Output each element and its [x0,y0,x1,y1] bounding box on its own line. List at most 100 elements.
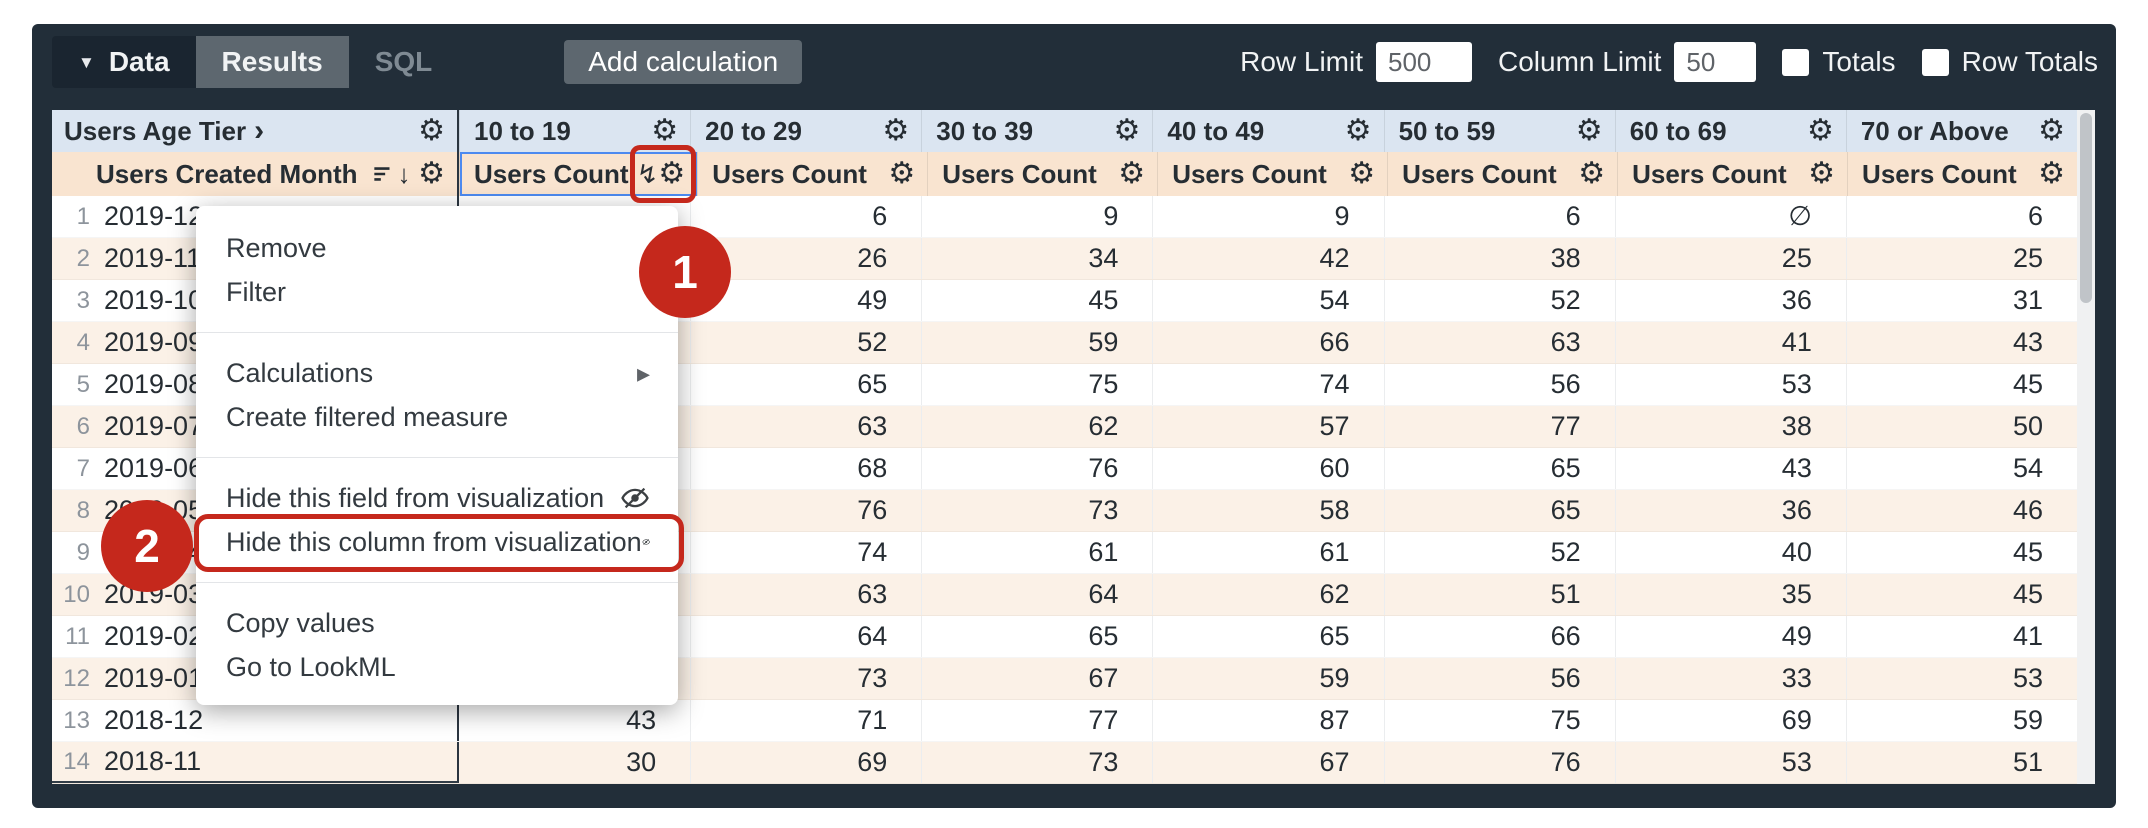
value-cell[interactable]: 54 [1846,448,2077,489]
tab-results[interactable]: Results [196,36,349,88]
value-cell[interactable]: 65 [1152,616,1383,657]
value-cell[interactable]: 58 [1152,490,1383,531]
value-cell[interactable]: 6 [690,196,921,237]
value-cell[interactable]: 6 [1846,196,2077,237]
gear-icon[interactable]: ⚙ [418,159,445,189]
gear-icon[interactable]: ⚙ [1807,116,1834,146]
value-cell[interactable]: 53 [1615,742,1846,783]
value-cell[interactable]: 61 [1152,532,1383,573]
value-cell[interactable]: 76 [1384,742,1615,783]
value-cell[interactable]: 31 [1846,280,2077,321]
value-cell[interactable]: 43 [1615,448,1846,489]
pivot-column-header[interactable]: 50 to 59 ⚙ [1384,110,1615,152]
scrollbar-thumb[interactable] [2080,113,2092,303]
measure-column-header[interactable]: Users Count ⚙ [1847,152,2077,196]
tab-sql[interactable]: SQL [349,36,459,88]
value-cell[interactable]: 62 [921,406,1152,447]
row-totals-checkbox[interactable] [1922,49,1949,76]
gear-icon[interactable]: ⚙ [888,159,915,189]
month-cell[interactable]: 2018-12 [98,700,459,741]
value-cell[interactable]: 54 [1152,280,1383,321]
value-cell[interactable]: 45 [1846,364,2077,405]
month-cell[interactable]: 2018-11 [98,742,459,783]
value-cell[interactable]: 62 [1152,574,1383,615]
value-cell[interactable]: 45 [1846,532,2077,573]
menu-item-calculations[interactable]: Calculations ▸ [196,351,678,395]
value-cell[interactable]: 65 [921,616,1152,657]
menu-item-remove[interactable]: Remove [196,226,678,270]
menu-item-go-to-lookml[interactable]: Go to LookML [196,645,678,689]
value-cell[interactable]: 38 [1615,406,1846,447]
value-cell[interactable]: 25 [1615,238,1846,279]
value-cell[interactable]: 73 [690,658,921,699]
value-cell[interactable]: 63 [1384,322,1615,363]
value-cell[interactable]: 75 [921,364,1152,405]
value-cell[interactable]: 51 [1384,574,1615,615]
value-cell[interactable]: 43 [1846,322,2077,363]
value-cell[interactable]: 42 [1152,238,1383,279]
menu-item-copy-values[interactable]: Copy values [196,601,678,645]
value-cell[interactable]: 53 [1846,658,2077,699]
value-cell[interactable]: 33 [1615,658,1846,699]
value-cell[interactable]: 69 [690,742,921,783]
pivot-column-header[interactable]: 70 or Above ⚙ [1846,110,2077,152]
value-cell[interactable]: 66 [1384,616,1615,657]
value-cell[interactable]: 67 [921,658,1152,699]
value-cell[interactable]: 76 [921,448,1152,489]
chevron-right-icon[interactable]: › [254,114,264,148]
value-cell[interactable]: 53 [1615,364,1846,405]
value-cell[interactable]: 71 [690,700,921,741]
pivot-column-header[interactable]: 30 to 39 ⚙ [921,110,1152,152]
value-cell[interactable]: 57 [1152,406,1383,447]
value-cell[interactable]: ∅ [1615,196,1846,237]
value-cell[interactable]: 59 [1846,700,2077,741]
value-cell[interactable]: 76 [690,490,921,531]
pivot-column-header[interactable]: 40 to 49 ⚙ [1152,110,1383,152]
gear-icon[interactable]: ⚙ [1576,116,1603,146]
value-cell[interactable]: 75 [1384,700,1615,741]
value-cell[interactable]: 65 [1384,448,1615,489]
value-cell[interactable]: 46 [1846,490,2077,531]
value-cell[interactable]: 61 [921,532,1152,573]
pivot-dimension-header[interactable]: Users Age Tier › ⚙ [52,110,459,152]
value-cell[interactable]: 45 [1846,574,2077,615]
value-cell[interactable]: 34 [921,238,1152,279]
gear-icon[interactable]: ⚙ [1348,159,1375,189]
value-cell[interactable]: 59 [1152,658,1383,699]
value-cell[interactable]: 52 [1384,532,1615,573]
value-cell[interactable]: 60 [1152,448,1383,489]
value-cell[interactable]: 49 [1615,616,1846,657]
value-cell[interactable]: 40 [1615,532,1846,573]
value-cell[interactable]: 64 [690,616,921,657]
column-limit-input[interactable] [1674,42,1756,82]
value-cell[interactable]: 66 [1152,322,1383,363]
totals-checkbox[interactable] [1782,49,1809,76]
gear-icon[interactable]: ⚙ [1808,159,1835,189]
gear-icon[interactable]: ⚙ [882,116,909,146]
value-cell[interactable]: 51 [1846,742,2077,783]
value-cell[interactable]: 65 [1384,490,1615,531]
value-cell[interactable]: 52 [690,322,921,363]
measure-column-header[interactable]: Users Count ⚙ [1387,152,1617,196]
gear-icon[interactable]: ⚙ [1118,159,1145,189]
gear-icon[interactable]: ⚙ [1345,116,1372,146]
value-cell[interactable]: 63 [690,574,921,615]
value-cell[interactable]: 6 [1384,196,1615,237]
value-cell[interactable]: 45 [921,280,1152,321]
value-cell[interactable]: 65 [690,364,921,405]
value-cell[interactable]: 43 [459,700,690,741]
value-cell[interactable]: 9 [1152,196,1383,237]
value-cell[interactable]: 74 [690,532,921,573]
menu-item-create-filtered-measure[interactable]: Create filtered measure [196,395,678,439]
value-cell[interactable]: 50 [1846,406,2077,447]
pivot-column-header[interactable]: 60 to 69 ⚙ [1615,110,1846,152]
value-cell[interactable]: 30 [459,742,690,783]
value-cell[interactable]: 41 [1615,322,1846,363]
measure-column-header[interactable]: Users Count ⚙ [1157,152,1387,196]
gear-icon[interactable]: ⚙ [1114,116,1141,146]
gear-icon[interactable]: ⚙ [651,116,678,146]
value-cell[interactable]: 77 [921,700,1152,741]
value-cell[interactable]: 69 [1615,700,1846,741]
value-cell[interactable]: 35 [1615,574,1846,615]
value-cell[interactable]: 36 [1615,280,1846,321]
